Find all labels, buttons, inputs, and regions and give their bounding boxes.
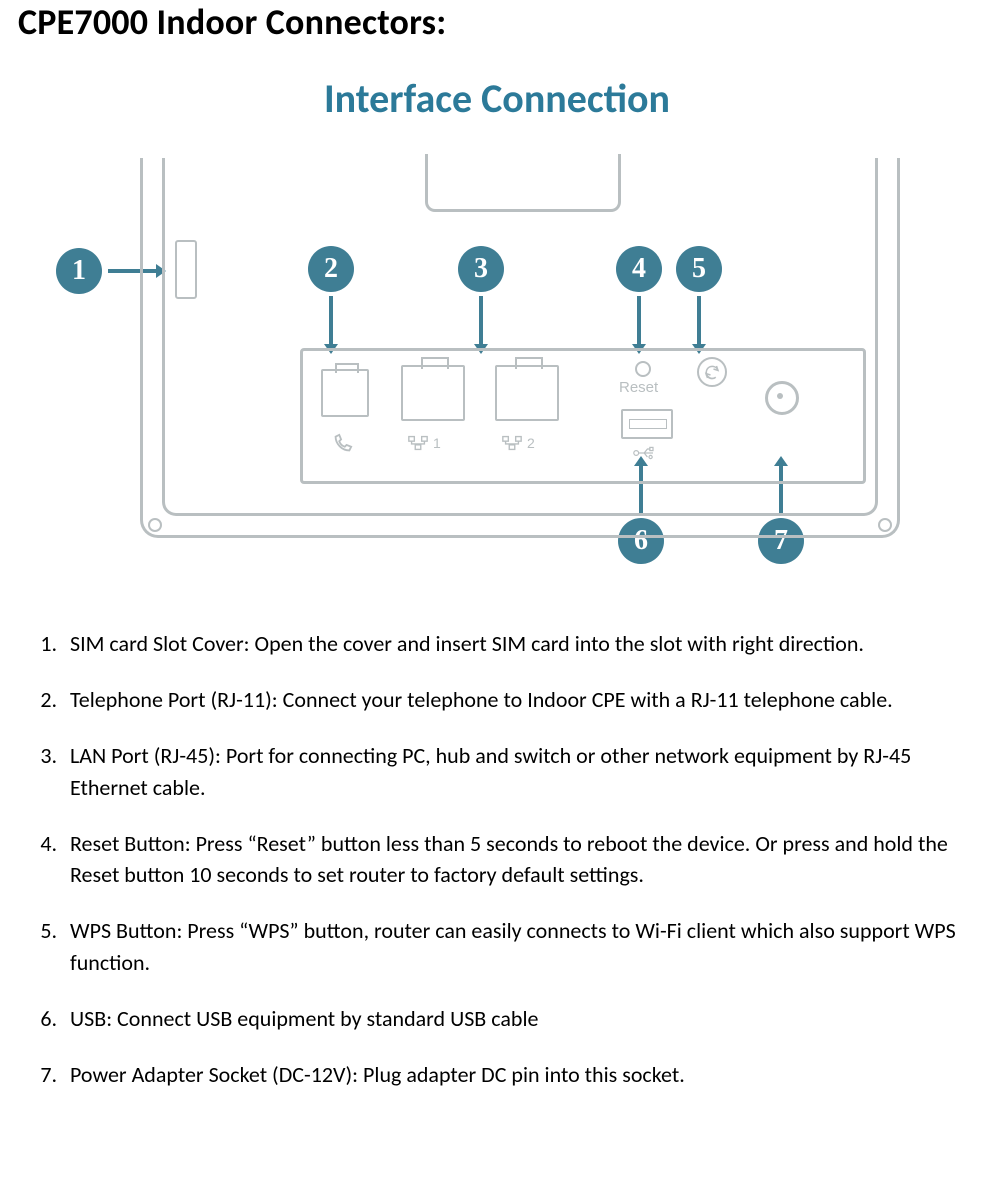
diagram-title: Interface Connection: [18, 74, 976, 123]
list-item: Reset Button: Press “Reset” button less …: [62, 828, 976, 892]
phone-icon: [331, 433, 353, 458]
power-socket-icon: [765, 381, 799, 415]
lan2-port-icon: [495, 365, 559, 421]
list-item: Telephone Port (RJ-11): Connect your tel…: [62, 684, 976, 716]
device-outline: 1 2 Reset: [140, 158, 900, 538]
list-item: USB: Connect USB equipment by standard U…: [62, 1003, 976, 1035]
sim-slot-cover-icon: [175, 240, 197, 299]
usb-icon: [633, 445, 657, 464]
lan1-port-icon: [401, 365, 465, 421]
connector-list: SIM card Slot Cover: Open the cover and …: [18, 628, 976, 1091]
reset-button-icon: [635, 361, 651, 377]
port-panel: 1 2 Reset: [300, 348, 866, 484]
wps-button-icon: [697, 357, 727, 387]
list-item: SIM card Slot Cover: Open the cover and …: [62, 628, 976, 660]
page-title: CPE7000 Indoor Connectors:: [18, 0, 976, 44]
list-item: LAN Port (RJ-45): Port for connecting PC…: [62, 740, 976, 804]
lan1-label: 1: [407, 435, 441, 451]
phone-port-icon: [321, 369, 369, 417]
callout-badge-1: 1: [56, 248, 102, 294]
list-item: WPS Button: Press “WPS” button, router c…: [62, 915, 976, 979]
reset-label: Reset: [619, 379, 658, 396]
list-item: Power Adapter Socket (DC-12V): Plug adap…: [62, 1059, 976, 1091]
lan2-label: 2: [501, 435, 535, 451]
usb-port-icon: [621, 409, 673, 439]
connector-diagram: 1 2 3 4 5 6 7: [70, 158, 924, 568]
